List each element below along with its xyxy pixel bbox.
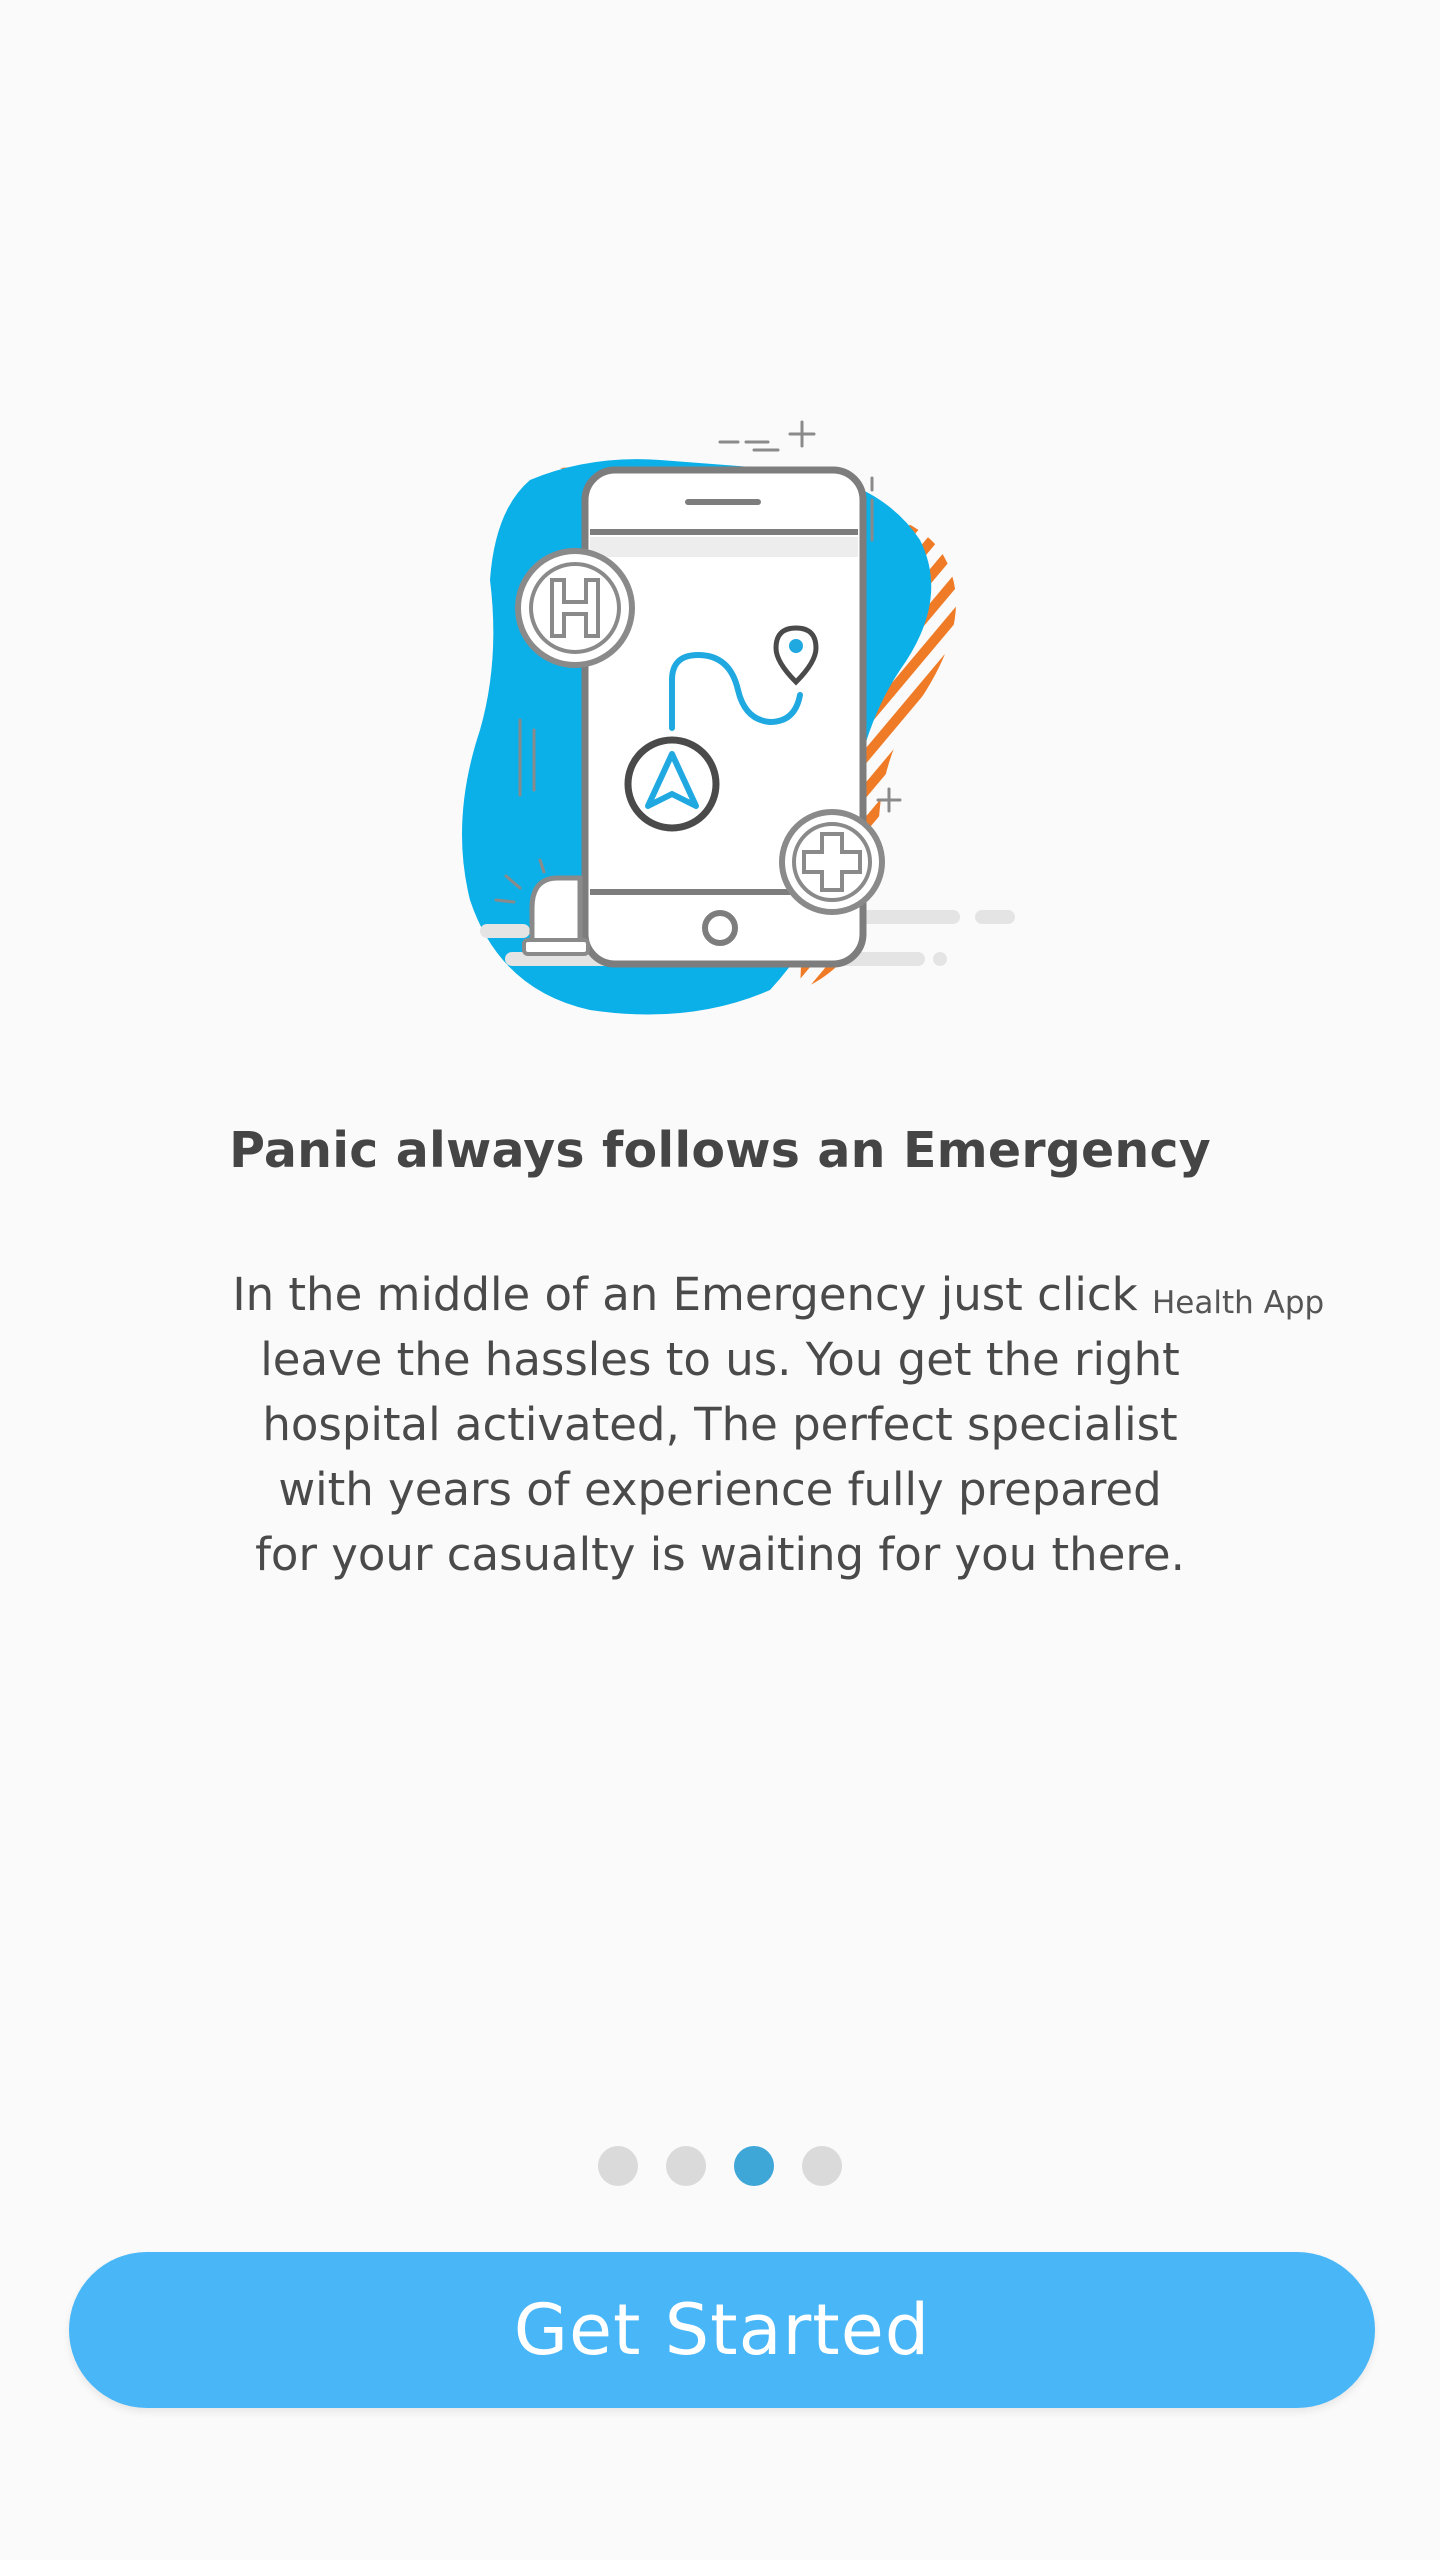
page-indicator [0,2146,1440,2186]
get-started-button[interactable]: Get Started [69,2252,1375,2408]
description-line: with years of experience fully prepared [278,1463,1162,1516]
app-name-label: Health App [1152,1285,1325,1321]
page-dot[interactable] [802,2146,842,2186]
page-dot[interactable] [666,2146,706,2186]
description-line: In the middle of an Emergency just click [232,1268,1138,1321]
page-dot[interactable] [598,2146,638,2186]
navigation-arrow-icon [624,736,720,832]
emergency-illustration [462,420,1015,1015]
medical-cross-icon [779,809,885,915]
description-line: hospital activated, The perfect speciali… [262,1398,1178,1451]
description-line: leave the hassles to us. You get the rig… [260,1333,1180,1386]
onboarding-description: In the middle of an Emergency just click… [200,1262,1240,1587]
onboarding-title: Panic always follows an Emergency [229,1122,1211,1179]
onboarding-screen: Panic always follows an Emergency In the… [0,0,1440,2560]
page-dot-active[interactable] [734,2146,774,2186]
hospital-h-icon [515,548,635,668]
description-line: for your casualty is waiting for you the… [255,1528,1185,1581]
